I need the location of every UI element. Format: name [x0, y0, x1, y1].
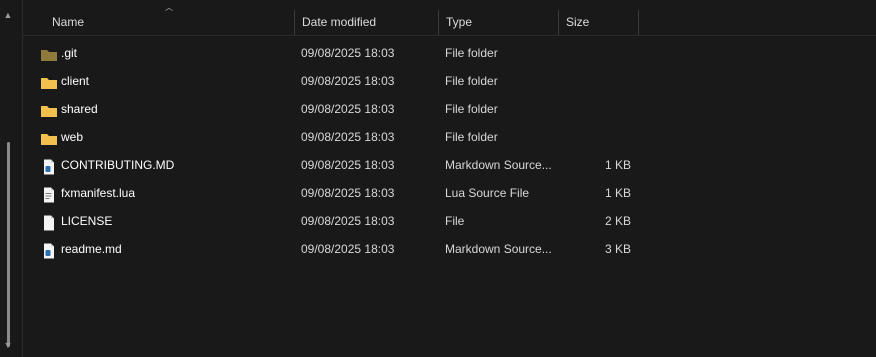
file-date-modified: 09/08/2025 18:03 [301, 130, 395, 144]
markdown-file-icon [40, 241, 58, 259]
file-date-modified: 09/08/2025 18:03 [301, 186, 395, 200]
file-type: File folder [445, 46, 498, 60]
column-header-date-label: Date modified [302, 15, 377, 29]
vertical-scrollbar[interactable]: ▲ ▼ [0, 0, 16, 357]
file-row[interactable]: LICENSE 09/08/2025 18:03 File 2 KB [23, 207, 876, 235]
scroll-thumb[interactable] [7, 142, 10, 347]
file-size: 1 KB [604, 186, 631, 200]
file-date-modified: 09/08/2025 18:03 [301, 102, 395, 116]
file-name: client [61, 74, 90, 88]
lua-file-icon [40, 185, 58, 203]
column-header-size-label: Size [566, 15, 590, 29]
file-type: Markdown Source... [445, 158, 552, 172]
file-row[interactable]: readme.md 09/08/2025 18:03 Markdown Source… [23, 235, 876, 263]
scroll-up-arrow-icon[interactable]: ▲ [3, 10, 13, 20]
file-date-modified: 09/08/2025 18:03 [301, 46, 395, 60]
file-row[interactable]: client 09/08/2025 18:03 File folder [23, 67, 876, 95]
file-name: fxmanifest.lua [61, 186, 136, 200]
file-type: File folder [445, 130, 498, 144]
file-type: File [445, 214, 465, 228]
file-name: CONTRIBUTING.MD [61, 158, 175, 172]
column-header-name-label: Name [52, 15, 85, 29]
file-row[interactable]: CONTRIBUTING.MD 09/08/2025 18:03 Markdown … [23, 151, 876, 179]
column-header-size[interactable]: Size [559, 10, 639, 35]
file-name: web [61, 130, 84, 144]
blank-file-icon [40, 213, 58, 231]
file-type: Lua Source File [445, 186, 530, 200]
file-type: File folder [445, 102, 498, 116]
file-row[interactable]: fxmanifest.lua 09/08/2025 18:03 Lua Source… [23, 179, 876, 207]
file-size: 3 KB [604, 242, 631, 256]
file-row[interactable]: .git 09/08/2025 18:03 File folder [23, 39, 876, 67]
file-list: .git 09/08/2025 18:03 File folder client 09/… [23, 39, 876, 263]
markdown-file-icon [40, 157, 58, 175]
column-header-bar: ︿ Name Date modified Type Size [23, 3, 876, 36]
file-name: .git [61, 46, 78, 60]
column-header-type-label: Type [446, 15, 473, 29]
file-row[interactable]: web 09/08/2025 18:03 File folder [23, 123, 876, 151]
file-date-modified: 09/08/2025 18:03 [301, 242, 395, 256]
file-name: shared [61, 102, 98, 116]
file-size: 1 KB [604, 158, 631, 172]
column-header-date-modified[interactable]: Date modified [295, 10, 439, 35]
file-size: 2 KB [604, 214, 631, 228]
file-name: LICENSE [61, 214, 113, 228]
file-date-modified: 09/08/2025 18:03 [301, 74, 395, 88]
file-date-modified: 09/08/2025 18:03 [301, 214, 395, 228]
folder-icon [40, 101, 58, 117]
folder-icon [40, 129, 58, 145]
column-header-name[interactable]: Name [45, 10, 295, 35]
file-row[interactable]: shared 09/08/2025 18:03 File folder [23, 95, 876, 123]
file-type: File folder [445, 74, 498, 88]
file-date-modified: 09/08/2025 18:03 [301, 158, 395, 172]
file-list-pane: ▲ ▼ ︿ Name Date modified Type Size .git 0… [0, 0, 876, 357]
file-type: Markdown Source... [445, 242, 552, 256]
scroll-down-arrow-icon[interactable]: ▼ [3, 340, 13, 350]
folder-dim-icon [40, 45, 58, 61]
file-name: readme.md [61, 242, 122, 256]
folder-icon [40, 73, 58, 89]
column-header-type[interactable]: Type [439, 10, 559, 35]
